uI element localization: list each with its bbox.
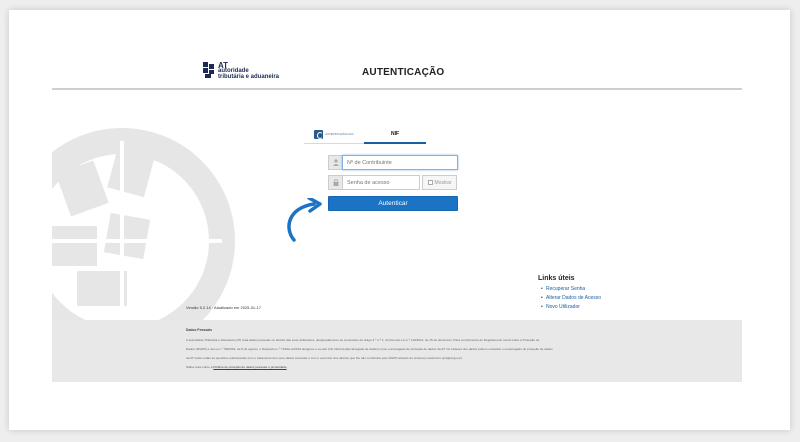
password-input[interactable] bbox=[342, 175, 420, 190]
privacy-policy-link[interactable]: Política de proteção de dados pessoais e… bbox=[213, 365, 286, 369]
link-alterar-dados[interactable]: Alterar Dados de Acesso bbox=[541, 295, 601, 301]
footer-data-protection: Dados Pessoais A Autoridade Tributária e… bbox=[52, 320, 742, 382]
useful-links-title: Links úteis bbox=[538, 275, 575, 282]
lock-icon bbox=[328, 175, 342, 190]
autenticacao-gov-icon bbox=[314, 130, 324, 139]
footer-text: A Autoridade Tributária e Aduaneira (AT)… bbox=[186, 338, 540, 342]
useful-links: Links úteis Recuperar Senha Alterar Dado… bbox=[538, 275, 601, 313]
header: AT autoridade tributária e aduaneira AUT… bbox=[52, 50, 742, 90]
checkbox-icon bbox=[427, 180, 433, 185]
nif-field bbox=[328, 155, 458, 170]
logo-text: AT autoridade tributária e aduaneira bbox=[218, 61, 280, 80]
tab-nif[interactable]: NIF bbox=[364, 125, 426, 144]
at-logo-icon bbox=[203, 62, 215, 79]
watermark-emblem-icon bbox=[52, 128, 235, 320]
footer-text: Saiba mais sobre a Política de proteção … bbox=[186, 365, 287, 369]
footer-text: da AT sobre todas as questões relacionad… bbox=[186, 356, 463, 360]
main-content: AUTENTICAÇÃO.GOV NIF Mostrar Autenticar … bbox=[52, 93, 742, 320]
version-info: Versão 5.2.14 · Atualizado em 2025-01-17 bbox=[186, 305, 261, 310]
curved-arrow-icon bbox=[287, 198, 322, 242]
nif-input[interactable] bbox=[342, 155, 458, 170]
page-title: AUTENTICAÇÃO bbox=[362, 67, 445, 78]
link-novo-utilizador[interactable]: Novo Utilizador bbox=[541, 304, 601, 310]
password-field: Mostrar bbox=[328, 175, 457, 190]
footer-title: Dados Pessoais bbox=[186, 328, 213, 332]
auth-tabs: AUTENTICAÇÃO.GOV NIF bbox=[304, 125, 426, 144]
user-icon bbox=[328, 155, 342, 170]
footer-text: Dados (RGPD) e da Lei n.º 58/2019, de 8 … bbox=[186, 347, 553, 351]
at-logo[interactable]: AT autoridade tributária e aduaneira bbox=[203, 62, 279, 80]
show-password-toggle[interactable]: Mostrar bbox=[422, 175, 457, 190]
tab-autenticacao-gov[interactable]: AUTENTICAÇÃO.GOV bbox=[304, 125, 364, 144]
link-recuperar-senha[interactable]: Recuperar Senha bbox=[541, 286, 601, 292]
authenticate-button[interactable]: Autenticar bbox=[328, 196, 458, 211]
